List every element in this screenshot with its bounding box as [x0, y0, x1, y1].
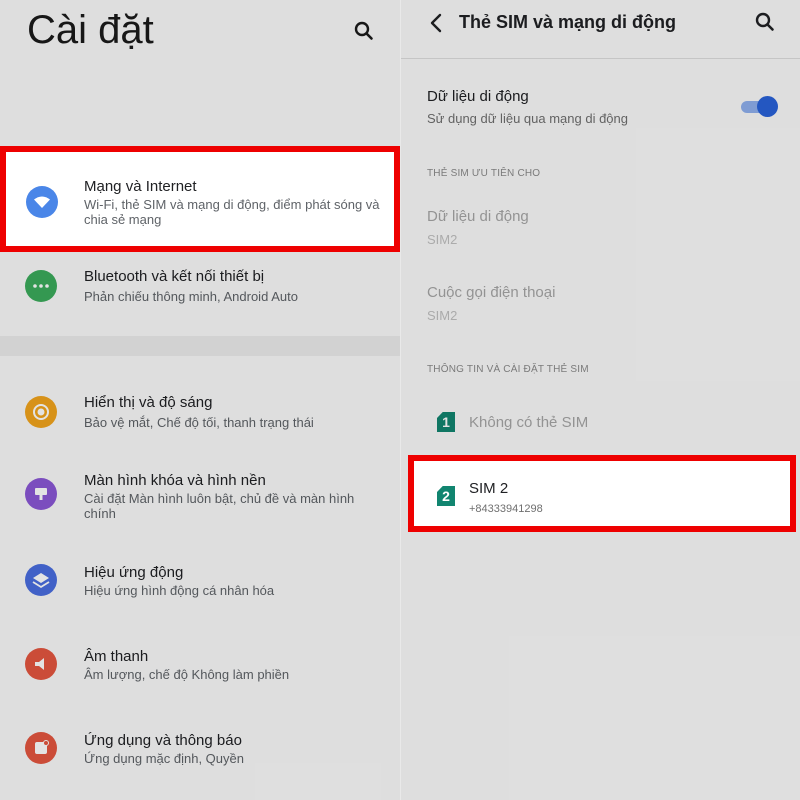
wallpaper-icon [25, 478, 57, 510]
section-divider [0, 336, 400, 356]
sim-slot-number: 1 [442, 414, 450, 430]
search-icon [755, 12, 774, 31]
wifi-icon [26, 186, 58, 218]
preferred-calls-title[interactable]: Cuộc gọi điện thoại [427, 284, 555, 301]
settings-item-subtitle: Wi-Fi, thẻ SIM và mạng di động, điểm phá… [84, 197, 380, 227]
speaker-icon [25, 648, 57, 680]
sim-slot-number: 2 [442, 488, 450, 504]
back-arrow-icon [430, 13, 442, 33]
section-header-preferred: THẺ SIM ƯU TIÊN CHO [427, 168, 541, 179]
mobile-data-subtitle: Sử dụng dữ liệu qua mạng di động [427, 111, 628, 126]
page-title: Thẻ SIM và mạng di động [459, 12, 677, 32]
settings-item-subtitle: Âm lượng, chế độ Không làm phiền [84, 667, 290, 682]
settings-item-apps[interactable]: Ứng dụng và thông báo Ứng dụng mặc định,… [0, 722, 400, 782]
apps-icon [25, 732, 57, 764]
settings-item-animation[interactable]: Hiệu ứng động Hiệu ứng hình động cá nhân… [0, 554, 400, 614]
settings-item-title: Hiển thị và độ sáng [84, 394, 213, 411]
settings-item-title: Mạng và Internet [84, 178, 197, 195]
settings-item-subtitle: Phản chiếu thông minh, Android Auto [84, 289, 298, 304]
settings-item-display[interactable]: Hiển thị và độ sáng Bảo vệ mắt, Chế độ t… [0, 384, 400, 444]
more-dots-icon [25, 270, 57, 302]
sim1-label[interactable]: Không có thẻ SIM [469, 414, 588, 431]
settings-item-title: Hiệu ứng động [84, 564, 184, 581]
sim2-label: SIM 2 [469, 480, 509, 497]
settings-item-subtitle: Hiệu ứng hình động cá nhân hóa [84, 583, 275, 598]
mobile-data-title: Dữ liệu di động [427, 88, 529, 105]
settings-item-title: Màn hình khóa và hình nền [84, 472, 266, 489]
header-divider [401, 58, 800, 59]
settings-item-subtitle: Cài đặt Màn hình luôn bật, chủ đề và màn… [84, 491, 355, 521]
preferred-calls-value: SIM2 [427, 308, 458, 323]
settings-screen: Cài đặt Bluetooth và kết nối thiết bị Ph… [0, 0, 400, 800]
settings-item-title: Âm thanh [84, 648, 149, 665]
settings-item-title: Ứng dụng và thông báo [84, 732, 242, 749]
settings-item-title: Bluetooth và kết nối thiết bị [84, 268, 265, 285]
toggle-knob [757, 96, 778, 117]
settings-item-bluetooth[interactable]: Bluetooth và kết nối thiết bị Phản chiếu… [0, 258, 400, 318]
settings-item-subtitle: Bảo vệ mắt, Chế độ tối, thanh trạng thái [84, 415, 314, 430]
search-icon [354, 21, 373, 40]
settings-item-sound[interactable]: Âm thanh Âm lượng, chế độ Không làm phiề… [0, 638, 400, 698]
preferred-data-title[interactable]: Dữ liệu di động [427, 208, 529, 225]
back-button[interactable] [427, 11, 447, 35]
sim2-row[interactable]: 2 SIM 2 +84333941298 [408, 455, 796, 532]
brightness-icon [25, 396, 57, 428]
sim-settings-screen: Thẻ SIM và mạng di động Dữ liệu di động … [401, 0, 800, 800]
settings-item-network-internet[interactable]: Mạng và Internet Wi-Fi, thẻ SIM và mạng … [0, 146, 400, 252]
sim-card-2-icon: 2 [437, 486, 455, 506]
sim-card-1-icon: 1 [437, 412, 455, 432]
search-button[interactable] [753, 10, 777, 34]
search-button[interactable] [352, 19, 376, 43]
layers-icon [25, 564, 57, 596]
section-header-sim-info: THÔNG TIN VÀ CÀI ĐẶT THẺ SIM [427, 364, 589, 375]
preferred-data-value: SIM2 [427, 232, 458, 247]
settings-item-subtitle: Ứng dụng mặc định, Quyền [84, 751, 244, 766]
sim2-phone-number: +84333941298 [469, 503, 543, 515]
mobile-data-toggle[interactable] [741, 96, 779, 118]
settings-item-lockscreen[interactable]: Màn hình khóa và hình nền Cài đặt Màn hì… [0, 462, 400, 526]
page-title: Cài đặt [27, 8, 154, 52]
